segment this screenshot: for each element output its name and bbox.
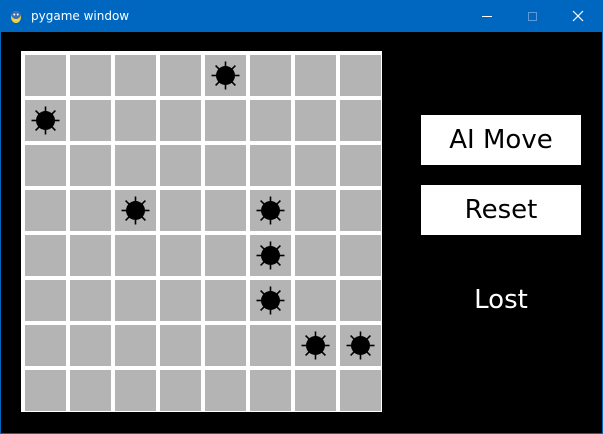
board-cell[interactable] <box>205 370 246 411</box>
game-status-text: Lost <box>474 285 528 315</box>
board-cell[interactable] <box>160 145 201 186</box>
board-cell[interactable] <box>160 55 201 96</box>
board-cell[interactable] <box>160 235 201 276</box>
minesweeper-board <box>21 51 382 412</box>
board-cell[interactable] <box>115 235 156 276</box>
board-cell[interactable] <box>295 55 336 96</box>
board-cell[interactable] <box>115 145 156 186</box>
board-cell[interactable] <box>70 145 111 186</box>
board-cell[interactable] <box>250 100 291 141</box>
board-cell[interactable] <box>250 145 291 186</box>
minimize-button[interactable] <box>464 0 510 32</box>
board-cell[interactable] <box>25 190 66 231</box>
mine-icon <box>256 196 285 225</box>
board-cell[interactable] <box>340 370 381 411</box>
mine-icon <box>31 106 60 135</box>
board-cell[interactable] <box>205 145 246 186</box>
window-border-left <box>0 32 1 434</box>
close-icon <box>572 10 584 22</box>
board-cell[interactable] <box>70 325 111 366</box>
board-cell[interactable] <box>25 325 66 366</box>
board-cell[interactable] <box>115 100 156 141</box>
maximize-icon <box>527 11 537 21</box>
board-cell[interactable] <box>340 190 381 231</box>
board-cell[interactable] <box>25 280 66 321</box>
board-cell[interactable] <box>205 55 246 96</box>
pygame-snake-icon <box>11 11 21 23</box>
board-cell[interactable] <box>70 235 111 276</box>
board-cell[interactable] <box>205 235 246 276</box>
mine-icon <box>256 286 285 315</box>
board-cell[interactable] <box>340 280 381 321</box>
board-cell[interactable] <box>340 235 381 276</box>
board-cell[interactable] <box>160 190 201 231</box>
board-cell[interactable] <box>205 325 246 366</box>
board-cell[interactable] <box>160 100 201 141</box>
board-cell[interactable] <box>115 190 156 231</box>
board-cell[interactable] <box>160 280 201 321</box>
board-cell[interactable] <box>205 100 246 141</box>
board-cell[interactable] <box>160 370 201 411</box>
board-cell[interactable] <box>250 370 291 411</box>
mine-icon <box>121 196 150 225</box>
board-cell[interactable] <box>250 235 291 276</box>
board-cell[interactable] <box>115 370 156 411</box>
board-cell[interactable] <box>25 55 66 96</box>
board-cell[interactable] <box>205 190 246 231</box>
title-bar[interactable]: pygame window <box>0 0 603 32</box>
board-cell[interactable] <box>70 55 111 96</box>
board-cell[interactable] <box>295 145 336 186</box>
board-cell[interactable] <box>25 100 66 141</box>
board-cell[interactable] <box>115 55 156 96</box>
board-cell[interactable] <box>250 280 291 321</box>
board-cell[interactable] <box>295 325 336 366</box>
maximize-button[interactable] <box>509 0 555 32</box>
board-cell[interactable] <box>25 370 66 411</box>
board-cell[interactable] <box>340 145 381 186</box>
reset-button[interactable]: Reset <box>421 185 581 235</box>
board-cell[interactable] <box>340 325 381 366</box>
mine-icon <box>256 241 285 270</box>
board-cell[interactable] <box>340 100 381 141</box>
board-cell[interactable] <box>70 190 111 231</box>
board-cell[interactable] <box>295 235 336 276</box>
board-cell[interactable] <box>115 325 156 366</box>
board-cell[interactable] <box>295 370 336 411</box>
board-cell[interactable] <box>250 325 291 366</box>
board-cell[interactable] <box>205 280 246 321</box>
board-cell[interactable] <box>250 190 291 231</box>
board-cell[interactable] <box>160 325 201 366</box>
window-title: pygame window <box>31 9 130 23</box>
board-cell[interactable] <box>70 280 111 321</box>
board-cell[interactable] <box>295 100 336 141</box>
mine-icon <box>211 61 240 90</box>
board-cell[interactable] <box>25 145 66 186</box>
board-cell[interactable] <box>25 235 66 276</box>
board-cell[interactable] <box>295 280 336 321</box>
ai-move-button[interactable]: AI Move <box>421 115 581 165</box>
board-cell[interactable] <box>250 55 291 96</box>
mine-icon <box>346 331 375 360</box>
board-cell[interactable] <box>70 370 111 411</box>
minimize-icon <box>482 15 492 17</box>
board-cell[interactable] <box>115 280 156 321</box>
board-cell[interactable] <box>340 55 381 96</box>
close-button[interactable] <box>555 0 601 32</box>
board-cell[interactable] <box>295 190 336 231</box>
mine-icon <box>301 331 330 360</box>
board-cell[interactable] <box>70 100 111 141</box>
